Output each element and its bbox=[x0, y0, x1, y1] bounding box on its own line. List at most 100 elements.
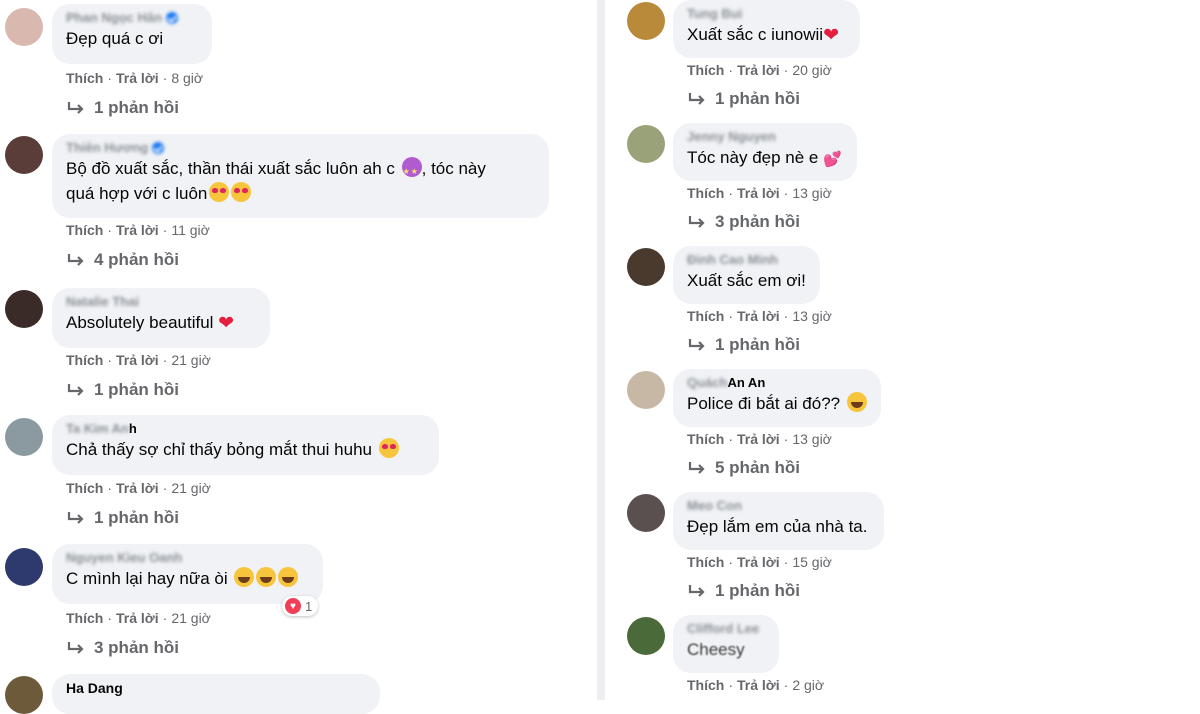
view-replies-link[interactable]: 1 phản hồi bbox=[66, 508, 179, 528]
reply-arrow-icon bbox=[67, 384, 84, 396]
commenter-name[interactable]: Thiên Hương bbox=[66, 140, 535, 156]
star-struck-emoji-icon bbox=[401, 157, 422, 184]
avatar[interactable] bbox=[5, 136, 43, 174]
comment-text: Bộ đồ xuất sắc, thần thái xuất sắc luôn … bbox=[66, 156, 535, 184]
commenter-name[interactable]: Ha Dang bbox=[66, 680, 366, 696]
like-link[interactable]: Thích bbox=[687, 308, 724, 324]
comment-bubble: Tung Bui Xuất sắc c iunowii❤ bbox=[673, 0, 860, 58]
reply-link[interactable]: Trả lời bbox=[737, 677, 780, 693]
comment-bubble: Natalie Thai Absolutely beautiful ❤ bbox=[52, 288, 270, 348]
reply-arrow-icon bbox=[688, 585, 705, 597]
commenter-name[interactable]: Nguyen Kieu Oanh bbox=[66, 550, 309, 566]
like-link[interactable]: Thích bbox=[66, 352, 103, 368]
commenter-name[interactable]: Meo Con bbox=[687, 498, 870, 514]
commenter-name[interactable]: Natalie Thai bbox=[66, 294, 256, 310]
comment-timestamp[interactable]: 21 giờ bbox=[171, 352, 211, 368]
like-link[interactable]: Thích bbox=[687, 431, 724, 447]
like-link[interactable]: Thích bbox=[687, 677, 724, 693]
comment-text: Xuất sắc em ơi! bbox=[687, 271, 806, 290]
comment-text: Cheesy bbox=[687, 640, 745, 659]
comment-actions: Thích · Trả lời · 21 giờ bbox=[66, 352, 211, 368]
comment-bubble: Đinh Cao Minh Xuất sắc em ơi! bbox=[673, 246, 820, 304]
view-replies-link[interactable]: 1 phản hồi bbox=[687, 581, 800, 601]
comment-timestamp[interactable]: 8 giờ bbox=[171, 70, 203, 86]
avatar[interactable] bbox=[627, 2, 665, 40]
love-reaction-icon: ♥ bbox=[285, 598, 301, 614]
like-link[interactable]: Thích bbox=[66, 610, 103, 626]
view-replies-link[interactable]: 1 phản hồi bbox=[66, 380, 179, 400]
commenter-name[interactable]: Clifford Lee bbox=[687, 621, 765, 637]
reply-link[interactable]: Trả lời bbox=[116, 610, 159, 626]
red-heart-emoji-icon: ❤ bbox=[218, 313, 235, 334]
comment-actions: Thích · Trả lời · 13 giờ bbox=[687, 308, 832, 324]
reaction-summary[interactable]: ♥ 1 bbox=[282, 596, 319, 616]
commenter-name[interactable]: Jenny Nguyen bbox=[687, 129, 843, 145]
reply-link[interactable]: Trả lời bbox=[737, 185, 780, 201]
avatar[interactable] bbox=[627, 125, 665, 163]
like-link[interactable]: Thích bbox=[66, 222, 103, 238]
commenter-name[interactable]: Quách An An bbox=[687, 375, 867, 391]
comment-timestamp[interactable]: 20 giờ bbox=[792, 62, 832, 78]
reply-link[interactable]: Trả lời bbox=[116, 222, 159, 238]
reply-link[interactable]: Trả lời bbox=[116, 352, 159, 368]
reply-link[interactable]: Trả lời bbox=[116, 70, 159, 86]
like-link[interactable]: Thích bbox=[66, 480, 103, 496]
comment-bubble: Phan Ngọc Hân Đẹp quá c ơi bbox=[52, 4, 212, 64]
grinning-sweat-emoji-icon bbox=[234, 567, 255, 587]
view-replies-link[interactable]: 3 phản hồi bbox=[687, 212, 800, 232]
comment-bubble: Jenny Nguyen Tóc này đẹp nè e 💕 bbox=[673, 123, 857, 181]
commenter-name[interactable]: Đinh Cao Minh bbox=[687, 252, 806, 268]
comment-actions: Thích · Trả lời · 13 giờ bbox=[687, 431, 832, 447]
column-divider bbox=[597, 0, 605, 700]
grinning-sweat-emoji-icon bbox=[256, 567, 277, 587]
avatar[interactable] bbox=[5, 8, 43, 46]
avatar[interactable] bbox=[5, 290, 43, 328]
avatar[interactable] bbox=[5, 418, 43, 456]
comment-timestamp[interactable]: 11 giờ bbox=[171, 222, 210, 238]
like-link[interactable]: Thích bbox=[66, 70, 103, 86]
view-replies-link[interactable]: 4 phản hồi bbox=[66, 250, 179, 270]
commenter-name[interactable]: Tung Bui bbox=[687, 6, 846, 22]
comment-text: Xuất sắc c iunowii❤ bbox=[687, 25, 839, 46]
like-link[interactable]: Thích bbox=[687, 185, 724, 201]
avatar[interactable] bbox=[627, 494, 665, 532]
comment-actions: Thích · Trả lời · 21 giờ bbox=[66, 610, 211, 626]
commenter-name[interactable]: Ta Kim An h bbox=[66, 421, 425, 437]
view-replies-link[interactable]: 1 phản hồi bbox=[66, 98, 179, 118]
comment-bubble: Quách An An Police đi bắt ai đó?? bbox=[673, 369, 881, 427]
reply-link[interactable]: Trả lời bbox=[737, 554, 780, 570]
comment-timestamp[interactable]: 21 giờ bbox=[171, 480, 211, 496]
comment-timestamp[interactable]: 15 giờ bbox=[792, 554, 832, 570]
view-replies-link[interactable]: 1 phản hồi bbox=[687, 335, 800, 355]
comment-timestamp[interactable]: 21 giờ bbox=[171, 610, 211, 626]
reply-link[interactable]: Trả lời bbox=[737, 308, 780, 324]
reply-link[interactable]: Trả lời bbox=[737, 62, 780, 78]
commenter-name[interactable]: Phan Ngọc Hân bbox=[66, 10, 198, 26]
view-replies-link[interactable]: 3 phản hồi bbox=[66, 638, 179, 658]
like-link[interactable]: Thích bbox=[687, 62, 724, 78]
comment-actions: Thích · Trả lời · 13 giờ bbox=[687, 185, 832, 201]
tears-of-joy-emoji-icon bbox=[846, 392, 867, 412]
comment-timestamp[interactable]: 13 giờ bbox=[792, 431, 832, 447]
avatar[interactable] bbox=[627, 248, 665, 286]
avatar[interactable] bbox=[5, 548, 43, 586]
like-link[interactable]: Thích bbox=[687, 554, 724, 570]
comment-actions: Thích · Trả lời · 20 giờ bbox=[687, 62, 832, 78]
comment-text: Đẹp lắm em của nhà ta. bbox=[687, 517, 868, 536]
comment-timestamp[interactable]: 13 giờ bbox=[792, 308, 832, 324]
comment-timestamp[interactable]: 2 giờ bbox=[792, 677, 824, 693]
avatar[interactable] bbox=[627, 371, 665, 409]
comment-timestamp[interactable]: 13 giờ bbox=[792, 185, 832, 201]
reply-link[interactable]: Trả lời bbox=[737, 431, 780, 447]
right-comment-column: Tung Bui Xuất sắc c iunowii❤ Thích · Trả… bbox=[620, 0, 1200, 700]
reply-link[interactable]: Trả lời bbox=[116, 480, 159, 496]
avatar[interactable] bbox=[627, 617, 665, 655]
view-replies-link[interactable]: 5 phản hồi bbox=[687, 458, 800, 478]
avatar[interactable] bbox=[5, 676, 43, 714]
reply-arrow-icon bbox=[67, 254, 84, 266]
heart-eyes-emoji-icon bbox=[378, 438, 399, 458]
view-replies-link[interactable]: 1 phản hồi bbox=[687, 89, 800, 109]
comment-bubble: Clifford Lee Cheesy bbox=[673, 615, 779, 673]
comment-bubble: Nguyen Kieu Oanh C mình lại hay nữa òi bbox=[52, 544, 323, 604]
reply-arrow-icon bbox=[67, 642, 84, 654]
